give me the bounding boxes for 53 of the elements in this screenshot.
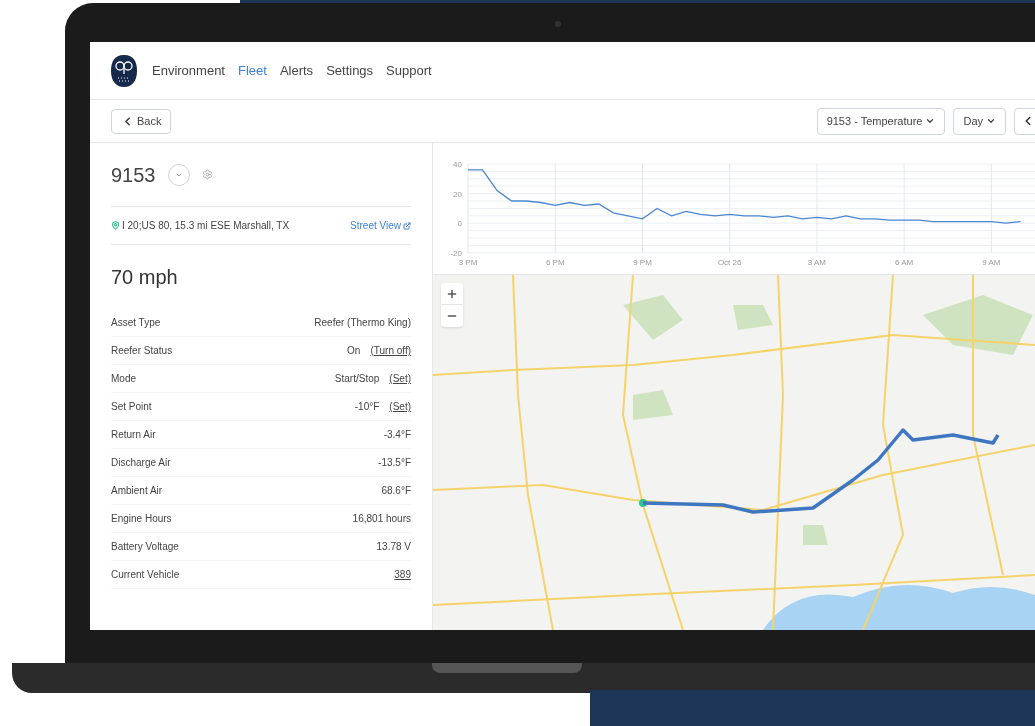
street-view-link[interactable]: Street View [350,218,411,233]
axis-tick-label: 20 [453,189,462,199]
detail-value: 16,801 hours [352,512,411,526]
nav-tab[interactable]: Support [386,60,432,81]
map-pin-icon [111,221,120,230]
detail-value: On [347,344,361,358]
camera-icon [555,21,561,27]
axis-tick-label: 9 AM [982,257,1001,267]
axis-tick-label: 40 [453,160,462,169]
nav-tab[interactable]: Settings [326,60,374,81]
axis-tick-label: 0 [457,219,462,229]
detail-label: Mode [111,372,136,386]
detail-action-link[interactable]: (Turn off) [370,343,411,358]
detail-value: Reefer (Thermo King) [314,316,411,330]
back-button[interactable]: Back [111,108,172,134]
detail-action-link[interactable]: (Set) [389,399,411,414]
axis-tick-label: 3 AM [807,257,827,267]
external-link-icon [403,221,411,230]
nav-tab[interactable]: Alerts [279,60,314,81]
axis-tick-label: 6 AM [895,257,914,267]
nav-tab[interactable]: Environment [152,60,225,81]
detail-label: Ambient Air [111,484,163,498]
detail-label: Discharge Air [111,456,171,470]
detail-label: Engine Hours [111,512,172,526]
detail-label: Set Point [111,400,152,414]
detail-value: 13.78 V [376,540,411,554]
axis-tick-label: -20 [450,248,462,258]
nav-tab[interactable]: Fleet [238,60,267,81]
detail-value: Start/Stop [334,372,380,386]
caret-icon [925,116,936,126]
axis-tick-label: 6 PM [545,257,565,267]
metric-dropdown[interactable]: 9153 - Temperature [816,107,946,135]
axis-tick-label: 3 PM [458,257,478,267]
detail-label: Return Air [111,428,156,442]
asset-id: 9153 [111,162,156,188]
detail-action-link[interactable]: (Set) [389,371,411,386]
detail-value: 68.6°F [381,484,411,498]
owl-logo-icon [110,53,138,88]
detail-label: Asset Type [111,316,161,330]
detail-label: Reefer Status [111,344,173,358]
detail-label: Current Vehicle [111,568,180,582]
detail-value: -3.4°F [383,428,411,442]
detail-label: Battery Voltage [111,540,179,554]
axis-tick-label: Oct 26 [717,257,742,267]
detail-link[interactable]: 389 [394,567,411,582]
location-text: I 20;US 80, 15.3 mi ESE Marshall, TX [122,219,290,233]
detail-value: -13.5°F [378,456,411,470]
detail-value: -10°F [354,400,380,414]
plus-icon [446,287,458,300]
speed: 70 mph [111,265,179,290]
range-dropdown[interactable]: Day [953,107,1006,135]
axis-tick-label: 9 PM [633,257,652,267]
caret-icon [986,116,996,126]
